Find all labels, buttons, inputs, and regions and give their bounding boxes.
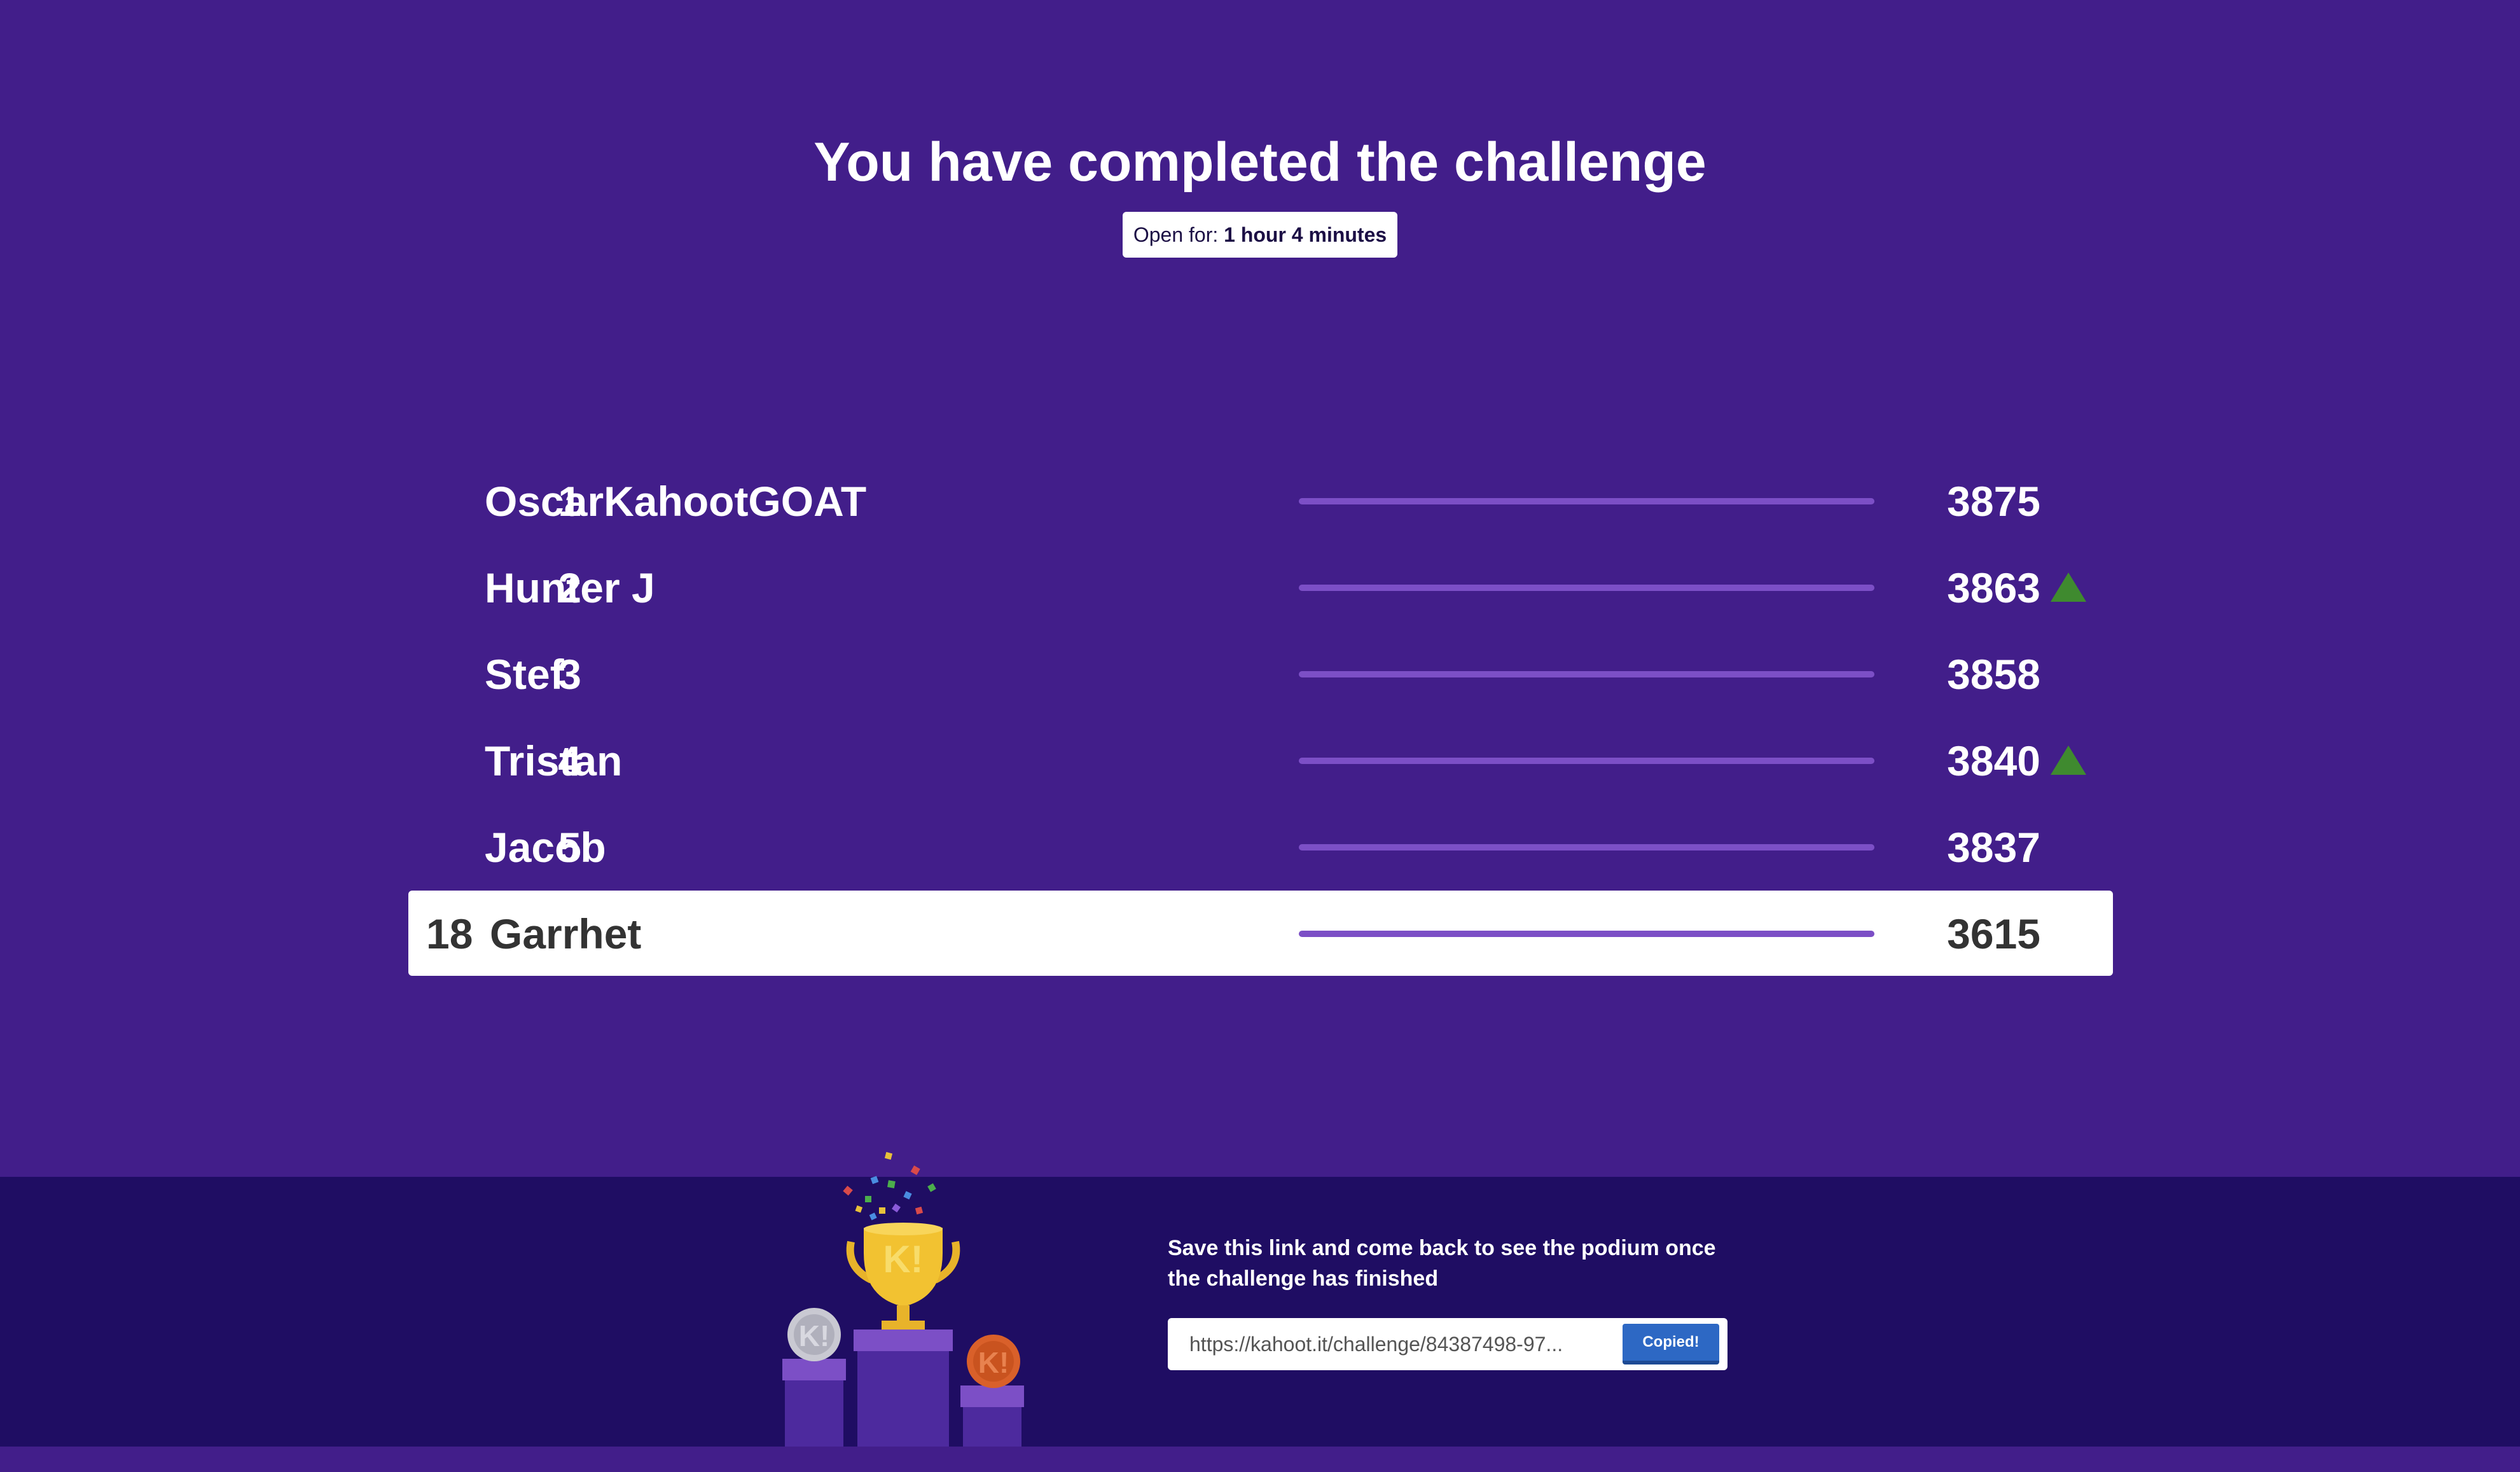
challenge-link-input[interactable] (1189, 1318, 1596, 1370)
leaderboard-row: 5 Jacob 3837 (408, 804, 2113, 891)
score: 3837 (1947, 824, 2040, 871)
svg-text:K!: K! (883, 1238, 923, 1281)
score: 3875 (1947, 478, 2040, 525)
score-bar (1299, 585, 1874, 591)
score: 3858 (1947, 651, 2040, 698)
current-player-row: 18 Garrhet 3615 (408, 891, 2113, 976)
player-name: Tristan (485, 737, 623, 784)
copy-link-button[interactable]: Copied! (1623, 1324, 1719, 1364)
leaderboard-row: 3 Stef 3858 (408, 631, 2113, 718)
svg-text:K!: K! (978, 1346, 1009, 1379)
triangle-up-icon (2051, 573, 2086, 602)
score: 3840 (1947, 737, 2040, 784)
triangle-up-icon (2051, 746, 2086, 775)
player-name: Garrhet (490, 910, 642, 957)
save-link-message: Save this link and come back to see the … (1168, 1236, 1716, 1291)
footer-strip (0, 1447, 2520, 1472)
header: You have completed the challenge Open fo… (0, 130, 2520, 258)
score: 3863 (1947, 564, 2040, 611)
footer (0, 1177, 2520, 1447)
score-bar (1299, 498, 1874, 504)
score-bar (1299, 844, 1874, 851)
player-name: Stef (485, 651, 564, 698)
leaderboard-row: 4 Tristan 3840 (408, 718, 2113, 804)
leaderboard-row: 2 Hunter J 3863 (408, 545, 2113, 631)
player-name: Hunter J (485, 564, 655, 611)
trophy-podium-illustration: K! K! K! (782, 1151, 1024, 1447)
page-title: You have completed the challenge (813, 132, 1707, 193)
score-bar (1299, 931, 1874, 937)
open-for-label: Open for: (1133, 223, 1219, 246)
player-name: OscarKahootGOAT (485, 478, 867, 525)
score-bar (1299, 758, 1874, 764)
score: 3615 (1947, 910, 2040, 957)
leaderboard-row: 1 OscarKahootGOAT 3875 (408, 458, 2113, 545)
challenge-link-box: Copied! (1168, 1318, 1727, 1370)
player-name: Jacob (485, 824, 606, 871)
svg-text:K!: K! (799, 1319, 830, 1352)
open-for-badge: Open for: 1 hour 4 minutes (1122, 212, 1398, 258)
rank: 18 (426, 910, 473, 957)
leaderboard: 1 OscarKahootGOAT 3875 2 Hunter J 3863 3… (408, 458, 2113, 976)
score-bar (1299, 671, 1874, 677)
open-for-value: 1 hour 4 minutes (1224, 223, 1387, 246)
